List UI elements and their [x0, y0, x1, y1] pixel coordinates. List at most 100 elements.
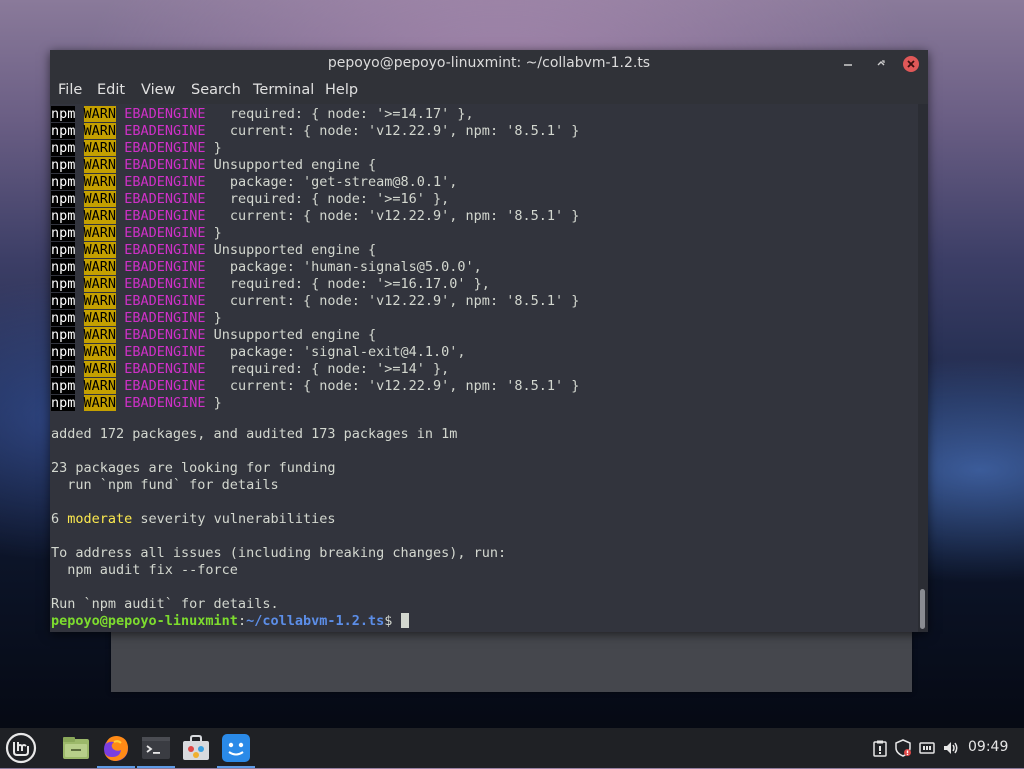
maximize-icon [877, 60, 885, 66]
engine-code: EBADENGINE [124, 140, 206, 156]
npm-label: npm [51, 123, 76, 139]
npm-label: npm [51, 208, 76, 224]
warn-message: Unsupported engine { [205, 327, 377, 343]
npm-warn-line: npm WARN EBADENGINE } [51, 140, 222, 157]
warn-label: WARN [83, 106, 117, 122]
npm-warn-line: npm WARN EBADENGINE required: { node: '>… [51, 191, 449, 208]
engine-code: EBADENGINE [124, 106, 206, 122]
prompt-user-host: pepoyo@pepoyo-linuxmint [51, 613, 238, 629]
npm-label: npm [51, 259, 76, 275]
minimize-icon [844, 64, 852, 66]
warn-label: WARN [83, 225, 117, 241]
npm-warn-line: npm WARN EBADENGINE package: 'human-sign… [51, 259, 482, 276]
engine-code: EBADENGINE [124, 123, 206, 139]
funding-hint-line: run `npm fund` for details [51, 477, 279, 493]
engine-code: EBADENGINE [124, 225, 206, 241]
collabvm-app-icon[interactable] [220, 732, 252, 764]
warn-message: current: { node: 'v12.22.9', npm: '8.5.1… [205, 123, 580, 139]
clock[interactable]: 09:49 [968, 739, 1008, 755]
menu-file[interactable]: File [58, 82, 82, 98]
scrollbar-thumb[interactable] [920, 589, 925, 629]
menu-view[interactable]: View [141, 82, 175, 98]
warn-label: WARN [83, 293, 117, 309]
warn-message: required: { node: '>=14' }, [205, 361, 450, 377]
npm-warn-line: npm WARN EBADENGINE current: { node: 'v1… [51, 293, 579, 310]
funding-line: 23 packages are looking for funding [51, 460, 336, 476]
npm-warn-line: npm WARN EBADENGINE required: { node: '>… [51, 276, 490, 293]
prompt-line[interactable]: pepoyo@pepoyo-linuxmint:~/collabvm-1.2.t… [51, 613, 409, 630]
engine-code: EBADENGINE [124, 310, 206, 326]
warn-message: Unsupported engine { [205, 242, 377, 258]
firefox-icon[interactable] [100, 732, 132, 764]
menu-edit[interactable]: Edit [97, 82, 125, 98]
warn-label: WARN [83, 361, 117, 377]
warn-message: required: { node: '>=14.17' }, [205, 106, 474, 122]
npm-warn-line: npm WARN EBADENGINE } [51, 395, 222, 412]
vulnerability-line: 6 moderate severity vulnerabilities [51, 511, 336, 528]
maximize-button[interactable] [873, 56, 889, 72]
background-window[interactable] [111, 630, 912, 692]
files-icon[interactable] [60, 732, 92, 764]
clipboard-icon[interactable] [871, 739, 889, 757]
warn-message: package: 'signal-exit@4.1.0', [205, 344, 466, 360]
npm-warn-line: npm WARN EBADENGINE } [51, 225, 222, 242]
engine-code: EBADENGINE [124, 344, 206, 360]
npm-label: npm [51, 395, 76, 411]
menu-bar: File Edit View Search Terminal Help [50, 77, 928, 104]
run-audit-line: Run `npm audit` for details. [51, 596, 279, 612]
npm-label: npm [51, 276, 76, 292]
shield-icon[interactable] [894, 739, 912, 757]
terminal-output[interactable]: npm WARN EBADENGINE required: { node: '>… [50, 104, 918, 632]
warn-label: WARN [83, 191, 117, 207]
warn-message: required: { node: '>=16' }, [205, 191, 450, 207]
npm-warn-line: npm WARN EBADENGINE package: 'signal-exi… [51, 344, 466, 361]
prompt-path: ~/collabvm-1.2.ts [246, 613, 385, 629]
software-manager-icon[interactable] [180, 732, 212, 764]
address-line: To address all issues (including breakin… [51, 545, 507, 561]
npm-warn-line: npm WARN EBADENGINE required: { node: '>… [51, 361, 449, 378]
engine-code: EBADENGINE [124, 395, 206, 411]
npm-label: npm [51, 140, 76, 156]
npm-warn-line: npm WARN EBADENGINE current: { node: 'v1… [51, 208, 579, 225]
menu-help[interactable]: Help [325, 82, 358, 98]
npm-label: npm [51, 293, 76, 309]
npm-warn-line: npm WARN EBADENGINE required: { node: '>… [51, 106, 474, 123]
menu-icon[interactable] [4, 731, 38, 765]
npm-label: npm [51, 378, 76, 394]
text-cursor [400, 613, 409, 628]
vuln-rest: severity vulnerabilities [132, 511, 336, 527]
close-button[interactable] [903, 56, 919, 72]
warn-message: current: { node: 'v12.22.9', npm: '8.5.1… [205, 293, 580, 309]
menu-search[interactable]: Search [191, 82, 241, 98]
engine-code: EBADENGINE [124, 191, 206, 207]
warn-message: current: { node: 'v12.22.9', npm: '8.5.1… [205, 378, 580, 394]
npm-label: npm [51, 242, 76, 258]
title-bar[interactable]: pepoyo@pepoyo-linuxmint: ~/collabvm-1.2.… [50, 50, 928, 77]
added-line: added 172 packages, and audited 173 pack… [51, 426, 458, 442]
engine-code: EBADENGINE [124, 378, 206, 394]
warn-message: } [205, 395, 222, 411]
menu-terminal[interactable]: Terminal [253, 82, 314, 98]
npm-warn-line: npm WARN EBADENGINE Unsupported engine { [51, 157, 376, 174]
npm-warn-line: npm WARN EBADENGINE current: { node: 'v1… [51, 123, 579, 140]
engine-code: EBADENGINE [124, 157, 206, 173]
terminal-window[interactable]: pepoyo@pepoyo-linuxmint: ~/collabvm-1.2.… [50, 50, 928, 632]
volume-icon[interactable] [942, 739, 960, 757]
npm-label: npm [51, 106, 76, 122]
npm-warn-line: npm WARN EBADENGINE package: 'get-stream… [51, 174, 457, 191]
engine-code: EBADENGINE [124, 276, 206, 292]
vuln-severity: moderate [67, 511, 133, 527]
npm-warn-line: npm WARN EBADENGINE } [51, 310, 222, 327]
close-icon [907, 60, 915, 68]
engine-code: EBADENGINE [124, 208, 206, 224]
terminal-icon[interactable] [140, 732, 172, 764]
network-icon[interactable] [918, 739, 936, 757]
minimize-button[interactable] [840, 56, 856, 72]
warn-message: current: { node: 'v12.22.9', npm: '8.5.1… [205, 208, 580, 224]
npm-label: npm [51, 327, 76, 343]
warn-label: WARN [83, 276, 117, 292]
window-title: pepoyo@pepoyo-linuxmint: ~/collabvm-1.2.… [327, 55, 651, 71]
warn-label: WARN [83, 395, 117, 411]
warn-label: WARN [83, 259, 117, 275]
terminal-scrollbar[interactable] [918, 104, 928, 632]
